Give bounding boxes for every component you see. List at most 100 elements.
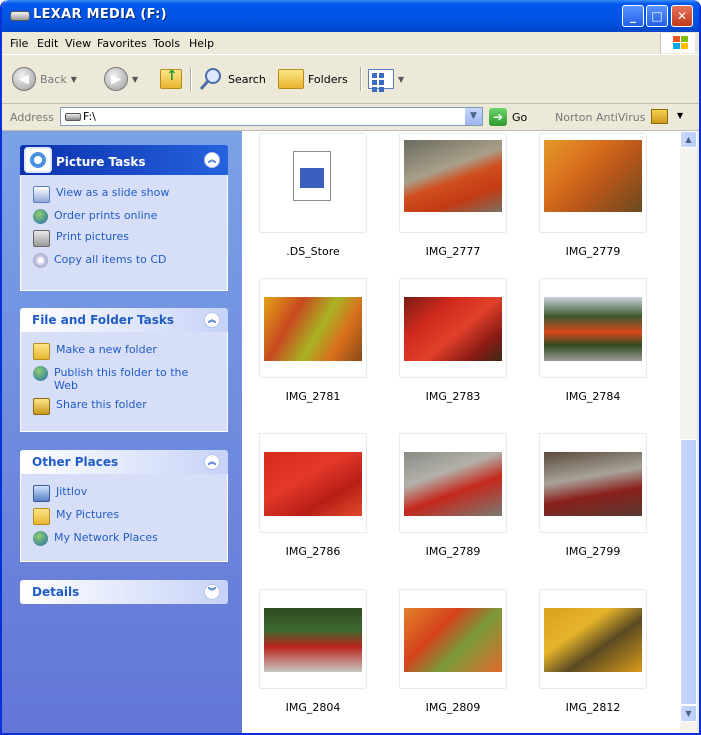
views-dropdown-icon[interactable]: ▼ bbox=[398, 75, 404, 84]
back-arrow-icon: ◀ bbox=[12, 67, 36, 91]
views-icon bbox=[368, 69, 394, 92]
picture-tasks-header[interactable]: Picture Tasks ︽ bbox=[20, 145, 228, 175]
forward-button[interactable]: ▶ ▼ bbox=[104, 65, 138, 93]
title-bar[interactable]: LEXAR MEDIA (F:) _ □ ✕ bbox=[2, 0, 699, 32]
place-label: My Pictures bbox=[56, 508, 120, 521]
toolbar: ◀ Back ▼ ▶ ▼ ↑ Search Folders ▼ bbox=[2, 55, 699, 104]
task-order-prints[interactable]: Order prints online bbox=[21, 206, 227, 227]
address-label: Address bbox=[10, 111, 54, 124]
file-name: IMG_2784 bbox=[565, 390, 621, 403]
file-item[interactable]: IMG_2777 bbox=[399, 133, 507, 258]
task-label: Print pictures bbox=[56, 230, 129, 243]
picture-tasks-icon bbox=[24, 147, 52, 173]
vertical-scrollbar[interactable]: ▲ ▼ bbox=[680, 131, 697, 733]
menu-file[interactable]: File bbox=[10, 37, 28, 50]
file-name: IMG_2783 bbox=[425, 390, 481, 403]
file-item[interactable]: IMG_2809 bbox=[399, 589, 507, 714]
file-item[interactable]: IMG_2784 bbox=[539, 278, 647, 403]
go-button[interactable]: ➔ Go bbox=[489, 108, 527, 126]
menu-tools[interactable]: Tools bbox=[153, 37, 180, 50]
file-name: IMG_2799 bbox=[565, 545, 621, 558]
slideshow-icon bbox=[33, 186, 50, 203]
file-item[interactable]: IMG_2789 bbox=[399, 433, 507, 558]
file-item[interactable]: IMG_2804 bbox=[259, 589, 367, 714]
photo-thumbnail bbox=[544, 608, 642, 672]
file-item[interactable]: IMG_2779 bbox=[539, 133, 647, 258]
collapse-chevron-icon[interactable]: ︽ bbox=[204, 312, 220, 328]
views-button[interactable]: ▼ bbox=[368, 65, 404, 93]
norton-antivirus-icon[interactable] bbox=[651, 109, 668, 124]
scroll-down-arrow-icon[interactable]: ▼ bbox=[680, 705, 697, 722]
up-folder-button[interactable]: ↑ bbox=[160, 65, 182, 93]
place-network[interactable]: My Network Places bbox=[21, 528, 227, 549]
menu-help[interactable]: Help bbox=[189, 37, 214, 50]
place-jittlov[interactable]: Jittlov bbox=[21, 482, 227, 505]
address-dropdown-icon[interactable]: ▼ bbox=[465, 108, 482, 125]
menu-view[interactable]: View bbox=[65, 37, 91, 50]
my-pictures-icon bbox=[33, 508, 50, 525]
back-dropdown-icon[interactable]: ▼ bbox=[71, 75, 77, 84]
place-my-pictures[interactable]: My Pictures bbox=[21, 505, 227, 528]
thumbnail-frame bbox=[259, 133, 367, 233]
cd-icon bbox=[33, 253, 48, 268]
collapse-chevron-icon[interactable]: ︽ bbox=[204, 454, 220, 470]
file-item[interactable]: IMG_2812 bbox=[539, 589, 647, 714]
folders-label: Folders bbox=[308, 72, 348, 86]
thumbnail-frame bbox=[539, 133, 647, 233]
file-item[interactable]: IMG_2786 bbox=[259, 433, 367, 558]
other-places-header[interactable]: Other Places ︽ bbox=[20, 450, 228, 474]
thumbnail-frame bbox=[399, 433, 507, 533]
thumbnail-frame bbox=[539, 589, 647, 689]
close-button[interactable]: ✕ bbox=[671, 5, 693, 27]
back-label: Back bbox=[40, 72, 67, 86]
scroll-thumb[interactable] bbox=[680, 439, 697, 705]
file-name: IMG_2812 bbox=[565, 701, 621, 714]
collapse-chevron-icon[interactable]: ︽ bbox=[204, 152, 220, 168]
scroll-up-arrow-icon[interactable]: ▲ bbox=[680, 131, 697, 148]
file-name: IMG_2781 bbox=[285, 390, 341, 403]
file-item[interactable]: IMG_2783 bbox=[399, 278, 507, 403]
other-places-body: Jittlov My Pictures My Network Places bbox=[20, 474, 228, 562]
file-item[interactable]: IMG_2799 bbox=[539, 433, 647, 558]
forward-dropdown-icon[interactable]: ▼ bbox=[132, 75, 138, 84]
expand-chevron-icon[interactable]: ︾ bbox=[204, 584, 220, 600]
task-copy-to-cd[interactable]: Copy all items to CD bbox=[21, 250, 227, 271]
menu-favorites[interactable]: Favorites bbox=[97, 37, 147, 50]
search-label: Search bbox=[228, 72, 266, 86]
minimize-button[interactable]: _ bbox=[622, 5, 644, 27]
norton-antivirus-label[interactable]: Norton AntiVirus bbox=[555, 111, 645, 124]
file-item[interactable]: .DS_Store bbox=[259, 133, 367, 258]
go-arrow-icon: ➔ bbox=[489, 108, 507, 126]
task-publish-web[interactable]: Publish this folder to the Web bbox=[21, 363, 227, 395]
globe-icon bbox=[33, 209, 48, 224]
file-name: IMG_2809 bbox=[425, 701, 481, 714]
menu-edit[interactable]: Edit bbox=[37, 37, 58, 50]
windows-logo-icon bbox=[660, 33, 695, 53]
photo-thumbnail bbox=[544, 297, 642, 361]
file-name: IMG_2804 bbox=[285, 701, 341, 714]
globe-icon bbox=[33, 366, 48, 381]
task-view-slideshow[interactable]: View as a slide show bbox=[21, 183, 227, 206]
task-print-pictures[interactable]: Print pictures bbox=[21, 227, 227, 250]
norton-dropdown-icon[interactable]: ▼ bbox=[677, 111, 683, 120]
picture-icon bbox=[30, 152, 46, 168]
go-label: Go bbox=[512, 110, 528, 124]
photo-thumbnail bbox=[404, 140, 502, 212]
address-field[interactable]: F:\ ▼ bbox=[60, 107, 483, 126]
drive-icon bbox=[65, 113, 81, 121]
forward-arrow-icon: ▶ bbox=[104, 67, 128, 91]
thumbnail-frame bbox=[259, 278, 367, 378]
task-new-folder[interactable]: Make a new folder bbox=[21, 340, 227, 363]
folders-button[interactable]: Folders bbox=[278, 65, 348, 93]
maximize-button[interactable]: □ bbox=[646, 5, 668, 27]
back-button[interactable]: ◀ Back ▼ bbox=[12, 65, 77, 93]
file-name: IMG_2777 bbox=[425, 245, 481, 258]
search-button[interactable]: Search bbox=[198, 65, 266, 93]
window-title: LEXAR MEDIA (F:) bbox=[33, 7, 167, 22]
place-label: My Network Places bbox=[54, 531, 158, 544]
file-item[interactable]: IMG_2781 bbox=[259, 278, 367, 403]
task-share-folder[interactable]: Share this folder bbox=[21, 395, 227, 418]
file-folder-tasks-header[interactable]: File and Folder Tasks ︽ bbox=[20, 308, 228, 332]
file-folder-tasks-body: Make a new folder Publish this folder to… bbox=[20, 332, 228, 432]
details-header[interactable]: Details ︾ bbox=[20, 580, 228, 604]
